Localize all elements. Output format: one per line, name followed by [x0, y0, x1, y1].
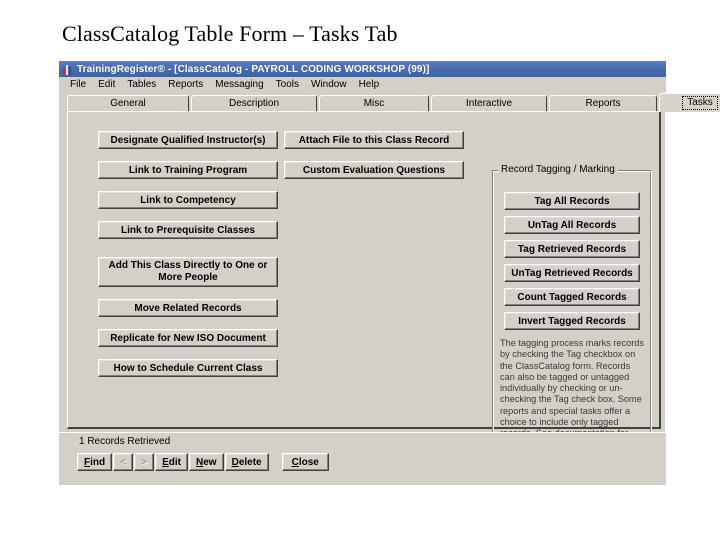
menu-item-edit[interactable]: Edit [92, 79, 121, 90]
task-button-designate-qualified-instructor-s[interactable]: Designate Qualified Instructor(s) [98, 131, 278, 149]
nav-button-delete[interactable]: Delete [224, 453, 269, 471]
record-tagging-groupbox-label: Record Tagging / Marking [498, 164, 618, 175]
task-button-replicate-for-new-iso-document[interactable]: Replicate for New ISO Document [98, 329, 278, 347]
tag-button-tag-all-records[interactable]: Tag All Records [504, 192, 640, 210]
slide-root: ClassCatalog Table Form – Tasks Tab Trai… [0, 0, 720, 540]
tab-misc[interactable]: Misc [319, 95, 429, 111]
record-nav-toolbar: Find < > Edit New Delete Close [77, 453, 330, 471]
nav-button-find[interactable]: Find [77, 453, 113, 471]
task-button-attach-file-to-this-class-record[interactable]: Attach File to this Class Record [284, 131, 464, 149]
tab-label: Description [228, 98, 280, 109]
tasks-tab-panel: Record Tagging / Marking The tagging pro… [67, 111, 661, 452]
tag-button-untag-all-records[interactable]: UnTag All Records [504, 216, 640, 234]
tab-interactive[interactable]: Interactive [431, 95, 547, 111]
task-button-how-to-schedule-current-class[interactable]: How to Schedule Current Class [98, 359, 278, 377]
nav-button-new[interactable]: New [189, 453, 224, 471]
nav-button-next: > [134, 453, 155, 471]
close-button[interactable]: Close [281, 453, 329, 471]
menu-item-reports[interactable]: Reports [162, 79, 209, 90]
task-button-link-to-prerequisite-classes[interactable]: Link to Prerequisite Classes [98, 221, 278, 239]
page-title: ClassCatalog Table Form – Tasks Tab [62, 21, 398, 46]
tab-label: Reports [585, 98, 621, 109]
application-window: TrainingRegister® - [ClassCatalog - PAYR… [58, 60, 720, 485]
tab-label: Misc [363, 98, 385, 109]
tab-general[interactable]: General [67, 95, 189, 111]
task-button-link-to-competency[interactable]: Link to Competency [98, 191, 278, 209]
tab-reports[interactable]: Reports [549, 95, 657, 111]
tab-label: General [110, 98, 146, 109]
tab-strip: General Description Misc Interactive Reports… [67, 93, 720, 112]
menu-item-file[interactable]: File [64, 79, 92, 90]
nav-button-edit[interactable]: Edit [155, 453, 188, 471]
window-titlebar: TrainingRegister® - [ClassCatalog - PAYR… [59, 61, 666, 77]
menu-item-tools[interactable]: Tools [270, 79, 305, 90]
tab-label: Tasks [682, 96, 718, 110]
menu-item-help[interactable]: Help [353, 79, 386, 90]
tag-button-invert-tagged-records[interactable]: Invert Tagged Records [504, 312, 640, 330]
menu-item-messaging[interactable]: Messaging [209, 79, 269, 90]
menu-bar: File Edit Tables Reports Messaging Tools Windo… [59, 77, 666, 92]
nav-button-previous: < [113, 453, 134, 471]
status-bar: 1 Records Retrieved Find < > Edit New Delete C… [59, 432, 666, 485]
task-button-link-to-training-program[interactable]: Link to Training Program [98, 161, 278, 179]
records-retrieved-label: 1 Records Retrieved [79, 436, 171, 447]
task-button-move-related-records[interactable]: Move Related Records [98, 299, 278, 317]
tag-button-count-tagged-records[interactable]: Count Tagged Records [504, 288, 640, 306]
tag-button-tag-retrieved-records[interactable]: Tag Retrieved Records [504, 240, 640, 258]
menu-item-window[interactable]: Window [305, 79, 353, 90]
tab-tasks[interactable]: Tasks [659, 93, 720, 112]
task-button-add-this-class-directly-to-one-or-more-people[interactable]: Add This Class Directly to One or More P… [98, 257, 278, 287]
tag-button-untag-retrieved-records[interactable]: UnTag Retrieved Records [504, 264, 640, 282]
menu-item-tables[interactable]: Tables [121, 79, 162, 90]
task-button-custom-evaluation-questions[interactable]: Custom Evaluation Questions [284, 161, 464, 179]
tab-description[interactable]: Description [191, 95, 317, 111]
tab-label: Interactive [465, 98, 513, 109]
bar-chart-icon [62, 64, 73, 75]
window-title-text: TrainingRegister® - [ClassCatalog - PAYR… [77, 63, 430, 75]
